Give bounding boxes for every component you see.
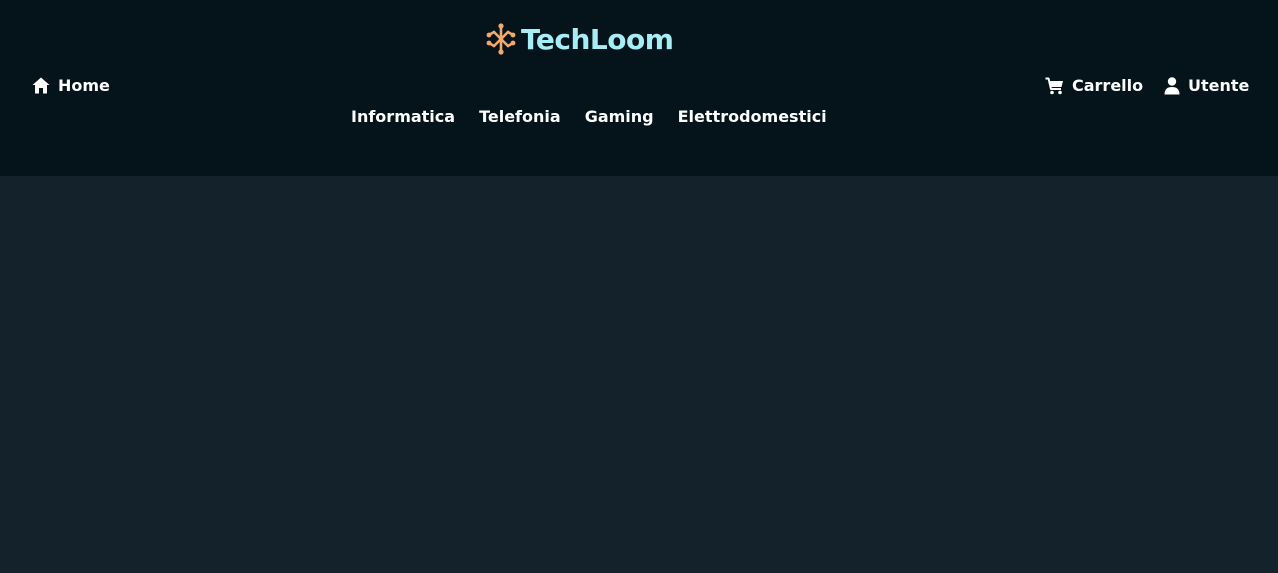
cart-link[interactable]: Carrello xyxy=(1045,76,1143,95)
home-link[interactable]: Home xyxy=(32,76,110,95)
brand-name: TechLoom xyxy=(521,22,674,56)
category-gaming[interactable]: Gaming xyxy=(585,107,654,126)
home-icon xyxy=(32,77,50,94)
cart-icon xyxy=(1045,77,1063,94)
home-label: Home xyxy=(58,76,110,95)
network-logo-icon xyxy=(486,23,516,55)
cart-label: Carrello xyxy=(1072,76,1144,95)
user-link[interactable]: Utente xyxy=(1164,76,1249,95)
category-telefonia[interactable]: Telefonia xyxy=(479,107,561,126)
user-icon xyxy=(1164,76,1180,94)
main-content xyxy=(0,176,1278,573)
user-label: Utente xyxy=(1188,76,1250,95)
category-elettrodomestici[interactable]: Elettrodomestici xyxy=(678,107,827,126)
category-informatica[interactable]: Informatica xyxy=(351,107,455,126)
site-header: TechLoom Home Informatica Telefonia Gami… xyxy=(0,0,1278,176)
category-nav: Informatica Telefonia Gaming Elettrodome… xyxy=(351,107,827,126)
brand-logo[interactable]: TechLoom xyxy=(485,22,674,56)
